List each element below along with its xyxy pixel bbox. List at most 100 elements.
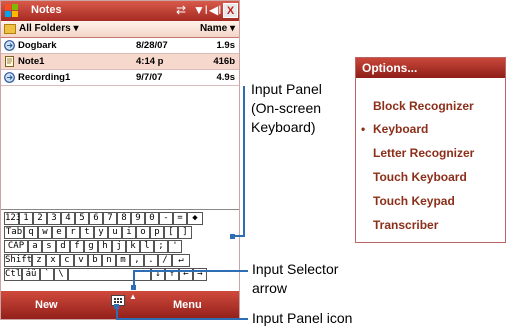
keyboard-key[interactable]: 2 bbox=[33, 212, 47, 225]
keyboard-key[interactable]: / bbox=[158, 254, 172, 267]
keyboard-key[interactable]: 6 bbox=[89, 212, 103, 225]
list-item[interactable]: Recording1 9/7/07 4.9s bbox=[1, 70, 239, 86]
windows-start-icon[interactable] bbox=[5, 4, 20, 18]
callout-text: Input Selector bbox=[252, 261, 339, 277]
menu-bar: New ▲ Menu bbox=[1, 291, 239, 319]
keyboard-key[interactable]: y bbox=[94, 226, 108, 239]
keyboard-key[interactable]: o bbox=[136, 226, 150, 239]
keyboard-key[interactable]: e bbox=[52, 226, 66, 239]
keyboard-key[interactable]: 9 bbox=[131, 212, 145, 225]
menu-item-letter-recognizer[interactable]: Letter Recognizer bbox=[373, 146, 474, 160]
callout-line bbox=[133, 270, 248, 272]
list-item[interactable]: Note1 4:14 p 416b bbox=[1, 54, 239, 70]
backspace-key[interactable]: ◆ bbox=[187, 212, 203, 225]
sort-dropdown[interactable]: Name ▾ bbox=[200, 23, 235, 34]
keyboard-key[interactable]: 7 bbox=[103, 212, 117, 225]
note-size: 4.9s bbox=[216, 72, 236, 83]
tab-key[interactable]: Tab bbox=[4, 226, 24, 239]
callout-dot bbox=[114, 304, 119, 309]
keyboard-key[interactable]: b bbox=[88, 254, 102, 267]
note-name: Dogbark bbox=[18, 40, 57, 51]
options-header[interactable]: Options... bbox=[356, 58, 505, 78]
volume-icon[interactable]: ◀ǀ bbox=[209, 3, 221, 17]
keyboard-key[interactable]: c bbox=[60, 254, 74, 267]
callout-text: arrow bbox=[252, 280, 288, 296]
keyboard-key[interactable]: ' bbox=[168, 240, 182, 253]
keyboard-key[interactable]: ; bbox=[154, 240, 168, 253]
keyboard-key[interactable]: k bbox=[126, 240, 140, 253]
keyboard-key[interactable]: r bbox=[66, 226, 80, 239]
keyboard-key[interactable]: m bbox=[116, 254, 130, 267]
caps-key[interactable]: CAP bbox=[4, 240, 28, 253]
signal-icon[interactable]: ▼l bbox=[193, 3, 208, 17]
ctrl-key[interactable]: Ctl bbox=[4, 268, 22, 281]
keyboard-key[interactable]: l bbox=[140, 240, 154, 253]
keyboard-key[interactable]: 8 bbox=[117, 212, 131, 225]
keyboard-key[interactable]: n bbox=[102, 254, 116, 267]
keyboard-key[interactable]: v bbox=[74, 254, 88, 267]
keyboard-key[interactable]: = bbox=[173, 212, 187, 225]
note-name: Note1 bbox=[18, 56, 45, 67]
keyboard-key[interactable]: . bbox=[144, 254, 158, 267]
folder-dropdown[interactable]: All Folders ▾ bbox=[19, 23, 78, 34]
keyboard-key[interactable]: p bbox=[150, 226, 164, 239]
keyboard-key[interactable]: d bbox=[56, 240, 70, 253]
input-selector-arrow[interactable]: ▲ bbox=[129, 292, 137, 301]
keyboard-key[interactable]: u bbox=[108, 226, 122, 239]
accent-key[interactable]: áü bbox=[22, 268, 40, 281]
keyboard-key[interactable]: x bbox=[46, 254, 60, 267]
folder-bar: All Folders ▾ Name ▾ bbox=[1, 21, 239, 38]
keyboard-key[interactable]: ` bbox=[40, 268, 54, 281]
menu-softkey[interactable]: Menu bbox=[173, 299, 202, 311]
enter-key[interactable]: ↵ bbox=[172, 254, 190, 267]
menu-item-keyboard[interactable]: • Keyboard bbox=[361, 122, 428, 136]
menu-item-label: Transcriber bbox=[373, 218, 439, 232]
new-softkey[interactable]: New bbox=[35, 299, 58, 311]
keyboard-key[interactable]: 3 bbox=[47, 212, 61, 225]
keyboard-key[interactable]: \ bbox=[54, 268, 68, 281]
menu-item-transcriber[interactable]: Transcriber bbox=[373, 218, 438, 232]
keyboard-key[interactable]: f bbox=[70, 240, 84, 253]
selected-bullet: • bbox=[361, 122, 366, 136]
list-item[interactable]: Dogbark 8/28/07 1.9s bbox=[1, 38, 239, 54]
menu-item-label: Block Recognizer bbox=[373, 99, 474, 113]
keyboard-key[interactable]: 123 bbox=[4, 212, 21, 225]
close-button[interactable]: X bbox=[223, 3, 238, 18]
keyboard-key[interactable]: 5 bbox=[75, 212, 89, 225]
keyboard-key[interactable]: 1 bbox=[19, 212, 33, 225]
keyboard-key[interactable]: t bbox=[80, 226, 94, 239]
menu-item-touch-keypad[interactable]: Touch Keypad bbox=[373, 194, 455, 208]
note-size: 1.9s bbox=[216, 40, 236, 51]
keyboard-key[interactable]: [ bbox=[164, 226, 178, 239]
shift-key[interactable]: Shift bbox=[4, 254, 32, 267]
keyboard-key[interactable]: g bbox=[84, 240, 98, 253]
keyboard-key[interactable]: ] bbox=[178, 226, 192, 239]
keyboard-key[interactable]: , bbox=[130, 254, 144, 267]
input-panel-icon-callout: Input Panel icon bbox=[252, 310, 353, 326]
keyboard-key[interactable]: h bbox=[98, 240, 112, 253]
title-bar: Notes ⇄ ▼l ◀ǀ X bbox=[1, 1, 239, 21]
keyboard-key[interactable]: w bbox=[38, 226, 52, 239]
callout-line bbox=[243, 86, 245, 236]
keyboard-key[interactable]: - bbox=[159, 212, 173, 225]
keyboard-key[interactable]: z bbox=[32, 254, 46, 267]
options-title: Options... bbox=[362, 61, 418, 75]
keyboard-key[interactable]: i bbox=[122, 226, 136, 239]
menu-item-touch-keyboard[interactable]: Touch Keyboard bbox=[373, 170, 467, 184]
keyboard-key[interactable]: j bbox=[112, 240, 126, 253]
sync-icon[interactable]: ⇄ bbox=[176, 3, 186, 17]
input-panel-keyboard: 123 1 2 3 4 5 6 7 8 9 0 - = ◆ Tab q w e … bbox=[1, 209, 239, 290]
keyboard-key[interactable]: a bbox=[28, 240, 42, 253]
note-date: 8/28/07 bbox=[136, 40, 168, 51]
keyboard-key[interactable]: 0 bbox=[145, 212, 159, 225]
menu-item-label: Touch Keyboard bbox=[373, 170, 467, 184]
keyboard-key[interactable]: 4 bbox=[61, 212, 75, 225]
menu-item-block-recognizer[interactable]: Block Recognizer bbox=[373, 99, 474, 113]
callout-line bbox=[116, 318, 248, 320]
menu-item-label: Letter Recognizer bbox=[373, 146, 475, 160]
keyboard-key[interactable]: q bbox=[24, 226, 38, 239]
callout-text: Keyboard) bbox=[251, 119, 316, 135]
notes-list: Dogbark 8/28/07 1.9s Note1 4:14 p 416b R… bbox=[1, 38, 239, 209]
keyboard-key[interactable]: s bbox=[42, 240, 56, 253]
voice-note-icon bbox=[4, 40, 15, 51]
